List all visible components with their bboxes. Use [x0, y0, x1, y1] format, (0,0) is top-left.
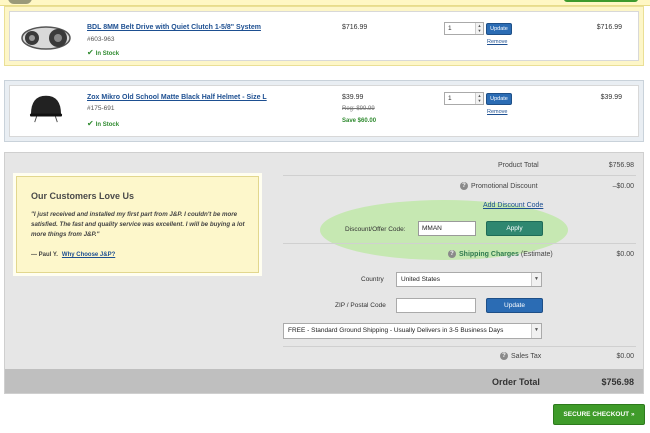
- product-sku: #603-963: [87, 36, 115, 43]
- sales-tax-value: $0.00: [616, 353, 634, 360]
- stock-label: In Stock: [95, 51, 120, 57]
- stock-status: ✔ In Stock: [87, 119, 119, 128]
- divider: [283, 243, 636, 244]
- product-total-label: Product Total: [498, 162, 539, 169]
- shipping-method-select[interactable]: FREE - Standard Ground Shipping - Usuall…: [283, 323, 542, 339]
- badge-icon: [8, 0, 32, 4]
- help-icon[interactable]: ?: [500, 352, 508, 360]
- helmet-image: [30, 95, 62, 123]
- remove-item-link[interactable]: Remove: [487, 109, 507, 115]
- line-total: $39.99: [600, 94, 622, 101]
- apply-button[interactable]: Apply: [486, 221, 543, 236]
- product-sku: #175-691: [87, 105, 115, 112]
- savings-amount: Save $60.00: [342, 118, 377, 124]
- zip-label: ZIP / Postal Code: [335, 302, 386, 309]
- add-discount-link[interactable]: Add Discount Code: [483, 202, 543, 209]
- divider: [283, 175, 636, 176]
- update-item-button[interactable]: Update: [486, 23, 512, 35]
- cart-item-card: BDL 8MM Belt Drive with Quiet Clutch 1-5…: [4, 6, 644, 66]
- country-value: United States: [401, 276, 441, 283]
- cart-item-inner: BDL 8MM Belt Drive with Quiet Clutch 1-5…: [9, 11, 639, 61]
- quantity-input[interactable]: 1 ▲ ▼: [444, 92, 484, 105]
- discount-code-label: Discount/Offer Code:: [345, 226, 406, 233]
- tax-label: Sales Tax: [511, 352, 542, 360]
- line-total: $716.99: [596, 24, 622, 31]
- top-button-stub[interactable]: [564, 0, 638, 2]
- secure-checkout-button[interactable]: SECURE CHECKOUT »: [553, 404, 645, 425]
- country-label: Country: [361, 276, 384, 283]
- shipping-label: Shipping Charges: [459, 250, 519, 258]
- testimonial-quote: "I just received and installed my first …: [31, 211, 245, 238]
- testimonial-author: — Paul Y. Why Choose J&P?: [31, 252, 115, 258]
- discount-code-input[interactable]: MMAN: [418, 221, 476, 236]
- product-title-link[interactable]: Zox Mikro Old School Matte Black Half He…: [87, 94, 267, 101]
- promo-discount-value: –$0.00: [612, 183, 634, 190]
- author-name: — Paul Y.: [31, 252, 58, 258]
- product-title-link[interactable]: BDL 8MM Belt Drive with Quiet Clutch 1-5…: [87, 24, 261, 31]
- divider: [283, 346, 636, 347]
- shipping-estimate: (Estimate): [520, 250, 553, 258]
- shipping-value: $0.00: [616, 251, 634, 258]
- belt-drive-image: [21, 26, 71, 50]
- quantity-input[interactable]: 1 ▲ ▼: [444, 22, 484, 35]
- chevron-down-icon: ▼: [531, 324, 541, 338]
- testimonial-box: Our Customers Love Us "I just received a…: [16, 176, 259, 273]
- stock-label: In Stock: [95, 122, 120, 128]
- promo-label: Promotional Discount: [471, 182, 538, 190]
- qty-value: 1: [448, 95, 452, 102]
- zip-input[interactable]: [396, 298, 476, 313]
- promo-discount-row: ? Promotional Discount: [460, 182, 538, 190]
- sales-tax-row: ? Sales Tax: [500, 352, 541, 360]
- regular-price: Reg: $99.99: [342, 106, 375, 112]
- checkmark-icon: ✔: [87, 48, 94, 57]
- qty-spinner[interactable]: ▲ ▼: [475, 23, 483, 34]
- shipping-method-value: FREE - Standard Ground Shipping - Usuall…: [288, 327, 504, 334]
- order-total-value: $756.98: [601, 377, 634, 387]
- unit-price: $716.99: [342, 24, 368, 31]
- update-item-button[interactable]: Update: [486, 93, 512, 105]
- help-icon[interactable]: ?: [448, 250, 456, 258]
- shipping-charges-row: ? Shipping Charges (Estimate): [448, 250, 553, 258]
- qty-value: 1: [448, 25, 452, 32]
- help-icon[interactable]: ?: [460, 182, 468, 190]
- chevron-down-icon: ▼: [531, 273, 541, 286]
- update-shipping-button[interactable]: Update: [486, 298, 543, 313]
- cart-item-card: Zox Mikro Old School Matte Black Half He…: [4, 80, 644, 142]
- remove-item-link[interactable]: Remove: [487, 39, 507, 45]
- qty-spinner[interactable]: ▲ ▼: [475, 93, 483, 104]
- unit-price: $39.99: [342, 94, 364, 101]
- testimonial-heading: Our Customers Love Us: [31, 191, 135, 201]
- cart-item-inner: Zox Mikro Old School Matte Black Half He…: [9, 85, 639, 137]
- product-total-value: $756.98: [608, 162, 634, 169]
- order-total-label: Order Total: [492, 377, 540, 387]
- checkmark-icon: ✔: [87, 119, 94, 128]
- order-total-bar: [5, 369, 643, 393]
- why-choose-link[interactable]: Why Choose J&P?: [62, 252, 115, 258]
- country-select[interactable]: United States ▼: [396, 272, 542, 287]
- stock-status: ✔ In Stock: [87, 48, 119, 57]
